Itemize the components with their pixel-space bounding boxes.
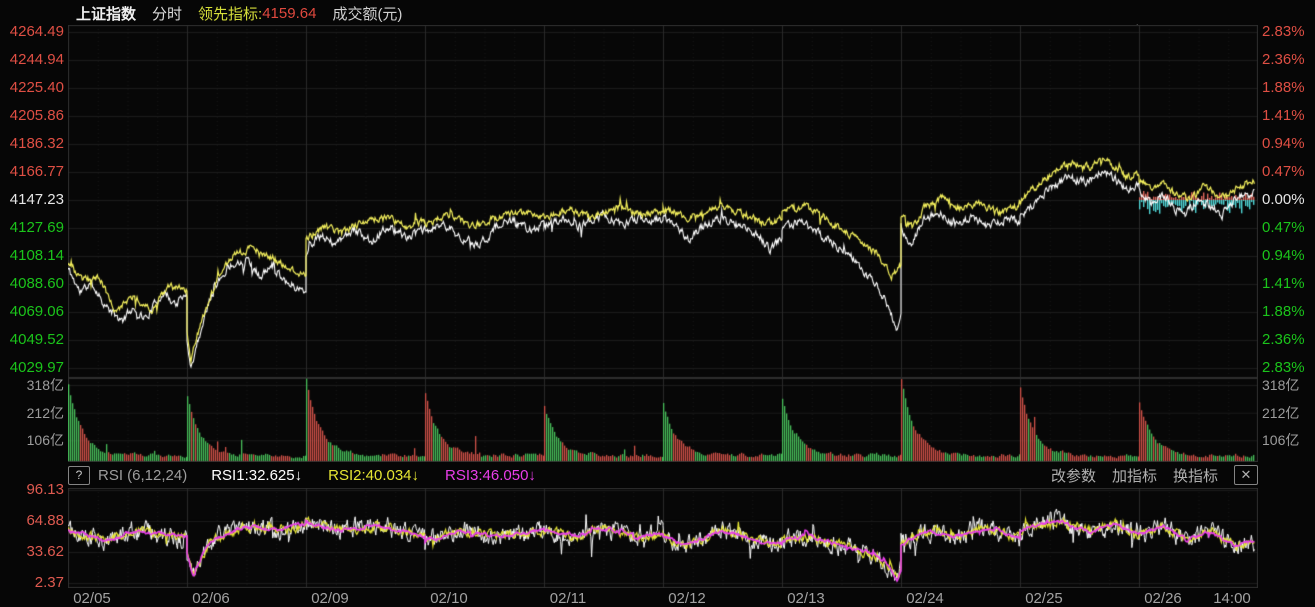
date-label: 02/10 — [407, 590, 491, 607]
rsi-toolbar: 改参数 加指标 换指标 ✕ — [1051, 465, 1258, 486]
price-axis-label: 4205.86 — [0, 107, 64, 125]
date-label: 02/09 — [288, 590, 372, 607]
turnover-label: 成交额(元) — [332, 3, 402, 24]
price-axis-label: 4186.32 — [0, 135, 64, 153]
volume-axis-label: 212亿 — [1262, 405, 1314, 421]
price-axis-label: 4264.49 — [0, 23, 64, 41]
percent-axis-label: 1.88% — [1262, 79, 1314, 97]
change-params-button[interactable]: 改参数 — [1051, 465, 1096, 486]
percent-axis-label: 1.41% — [1262, 107, 1314, 125]
volume-axis-label: 106亿 — [0, 432, 64, 448]
date-label: 02/06 — [169, 590, 253, 607]
price-axis-label: 4127.69 — [0, 219, 64, 237]
leading-indicator-value: 4159.64 — [262, 5, 316, 22]
percent-axis-label: 2.36% — [1262, 51, 1314, 69]
date-label: 02/11 — [526, 590, 610, 607]
price-axis-label: 4069.06 — [0, 303, 64, 321]
rsi-axis-label: 64.88 — [0, 513, 64, 529]
percent-axis-label: 2.83% — [1262, 23, 1314, 41]
date-label: 02/25 — [1002, 590, 1086, 607]
chart-mode-tab[interactable]: 分时 — [152, 3, 182, 24]
rsi3-value: RSI3:46.050↓ — [445, 467, 536, 484]
rsi2-value: RSI2:40.034↓ — [328, 467, 419, 484]
close-indicator-icon[interactable]: ✕ — [1234, 465, 1258, 485]
stock-chart-app: 上证指数 分时 领先指标:4159.64 成交额(元) ⇕ 4264.49424… — [0, 0, 1315, 607]
rsi1-value: RSI1:32.625↓ — [211, 467, 302, 484]
price-axis-label: 4166.77 — [0, 163, 64, 181]
percent-axis-label: 0.94% — [1262, 135, 1314, 153]
price-axis-label: 4244.94 — [0, 51, 64, 69]
volume-axis-label: 318亿 — [1262, 377, 1314, 393]
price-axis-label: 4147.23 — [0, 191, 64, 209]
volume-axis-label: 212亿 — [0, 405, 64, 421]
add-indicator-button[interactable]: 加指标 — [1112, 465, 1157, 486]
volume-chart-canvas[interactable] — [68, 378, 1258, 462]
percent-axis-label: 0.47% — [1262, 163, 1314, 181]
price-chart-canvas[interactable] — [68, 25, 1258, 378]
chart-header: 上证指数 分时 领先指标:4159.64 成交额(元) — [76, 3, 402, 23]
percent-axis-label: 2.36% — [1262, 331, 1314, 349]
rsi-axis-label: 33.62 — [0, 544, 64, 560]
help-icon[interactable]: ? — [68, 466, 90, 485]
date-label: 02/13 — [764, 590, 848, 607]
volume-axis-label: 318亿 — [0, 377, 64, 393]
percent-axis-label: 1.88% — [1262, 303, 1314, 321]
rsi-chart-canvas[interactable] — [68, 488, 1258, 588]
percent-axis-label: 2.83% — [1262, 359, 1314, 377]
date-label: 02/05 — [50, 590, 134, 607]
date-label: 02/12 — [645, 590, 729, 607]
rsi-header: ? RSI (6,12,24) RSI1:32.625↓ RSI2:40.034… — [68, 464, 1258, 486]
date-label: 02/24 — [883, 590, 967, 607]
percent-axis-label: 0.00% — [1262, 191, 1314, 209]
time-label-current: 14:00 — [1190, 590, 1274, 607]
volume-axis-label: 106亿 — [1262, 432, 1314, 448]
price-axis-label: 4108.14 — [0, 247, 64, 265]
percent-axis-label: 1.41% — [1262, 275, 1314, 293]
symbol-name[interactable]: 上证指数 — [76, 3, 136, 24]
leading-indicator-label: 领先指标: — [198, 3, 262, 24]
switch-indicator-button[interactable]: 换指标 — [1173, 465, 1218, 486]
percent-axis-label: 0.94% — [1262, 247, 1314, 265]
price-axis-label: 4049.52 — [0, 331, 64, 349]
rsi-title[interactable]: RSI (6,12,24) — [98, 467, 187, 484]
price-axis-label: 4029.97 — [0, 359, 64, 377]
price-axis-label: 4088.60 — [0, 275, 64, 293]
percent-axis-label: 0.47% — [1262, 219, 1314, 237]
price-axis-label: 4225.40 — [0, 79, 64, 97]
rsi-axis-label: 96.13 — [0, 482, 64, 498]
rsi-axis-label: 2.37 — [0, 575, 64, 591]
leading-indicator: 领先指标:4159.64 — [198, 3, 316, 24]
